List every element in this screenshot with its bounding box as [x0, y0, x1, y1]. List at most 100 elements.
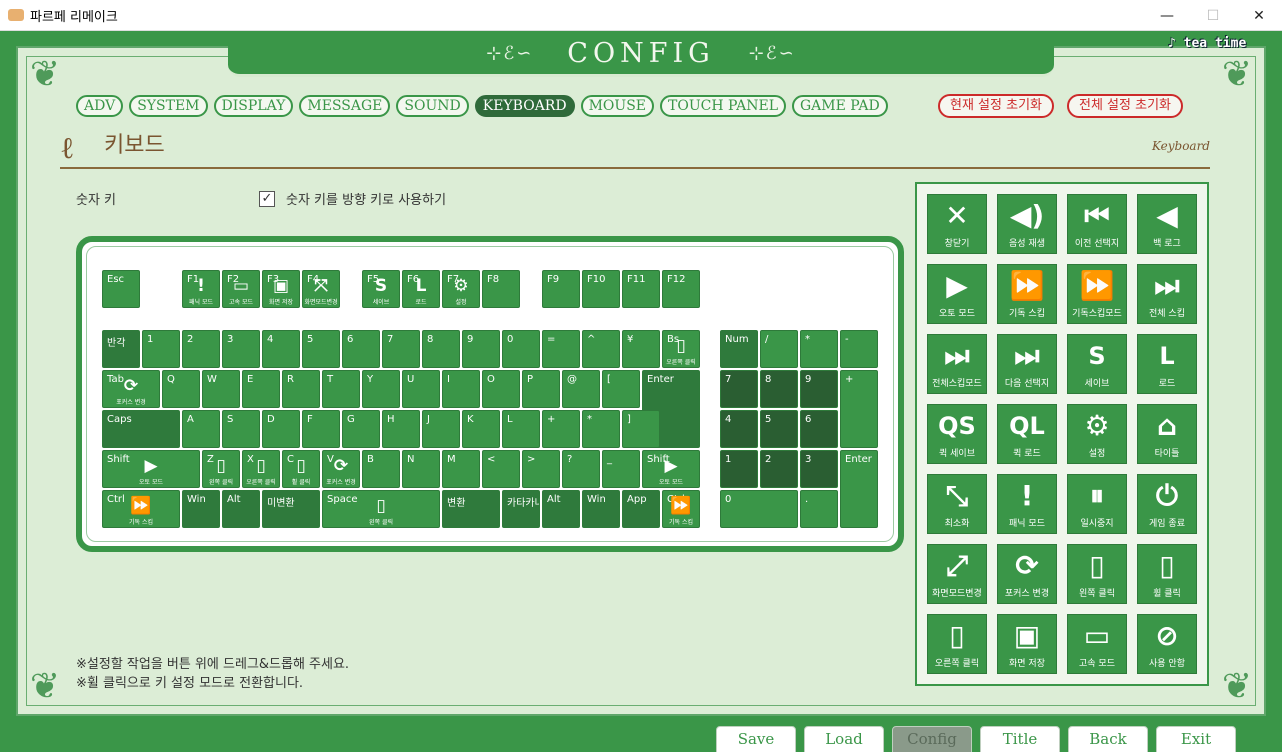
- key-num-6[interactable]: 6: [800, 410, 838, 448]
- key-num-dot[interactable]: .: [800, 490, 838, 528]
- key-plus[interactable]: +: [542, 410, 580, 448]
- action-disabled[interactable]: ⊘ 사용 안함: [1137, 614, 1197, 674]
- action-next-choice[interactable]: ⏭ 다음 선택지: [997, 334, 1057, 394]
- key-q[interactable]: Q: [162, 370, 200, 408]
- key-num-9[interactable]: 9: [800, 370, 838, 408]
- reset-all-button[interactable]: 전체 설정 초기화: [1067, 94, 1183, 118]
- key-f2[interactable]: F2 ▭ 고속 모드: [222, 270, 260, 308]
- key-w[interactable]: W: [202, 370, 240, 408]
- key-6[interactable]: 6: [342, 330, 380, 368]
- key-alt[interactable]: Alt: [222, 490, 260, 528]
- key-num-7[interactable]: 7: [720, 370, 758, 408]
- key-x[interactable]: X ▯ 오른쪽 클릭: [242, 450, 280, 488]
- action-all-skip-mode[interactable]: ⏭ 전체스킵모드: [927, 334, 987, 394]
- action-prev-choice[interactable]: ⏮ 이전 선택지: [1067, 194, 1127, 254]
- action-title[interactable]: ⌂ 타이틀: [1137, 404, 1197, 464]
- action-minimize[interactable]: ⤡ 최소화: [927, 474, 987, 534]
- nav-config-button[interactable]: Config: [892, 726, 972, 752]
- key-o[interactable]: O: [482, 370, 520, 408]
- action-save[interactable]: S 세이브: [1067, 334, 1127, 394]
- key-f4[interactable]: F4 ⤧ 화면모드변경: [302, 270, 340, 308]
- tab-keyboard[interactable]: KEYBOARD: [474, 95, 575, 117]
- key-num[interactable]: Num: [720, 330, 758, 368]
- key-5[interactable]: 5: [302, 330, 340, 368]
- key-right-ctrl[interactable]: Ctrl ⏩ 기독 스킵: [662, 490, 700, 528]
- action-wheel-click[interactable]: ▯ 휠 클릭: [1137, 544, 1197, 604]
- key-a[interactable]: A: [182, 410, 220, 448]
- nav-back-button[interactable]: Back: [1068, 726, 1148, 752]
- key-1[interactable]: 1: [142, 330, 180, 368]
- key-right-alt[interactable]: Alt: [542, 490, 580, 528]
- key-num-8[interactable]: 8: [760, 370, 798, 408]
- tab-system[interactable]: SYSTEM: [129, 95, 208, 117]
- key-ctrl[interactable]: Ctrl ⏩ 기독 스킵: [102, 490, 180, 528]
- tab-display[interactable]: DISPLAY: [213, 95, 294, 117]
- key-f8[interactable]: F8: [482, 270, 520, 308]
- key-f10[interactable]: F10: [582, 270, 620, 308]
- reset-current-button[interactable]: 현재 설정 초기화: [938, 94, 1054, 118]
- key-8[interactable]: 8: [422, 330, 460, 368]
- maximize-button[interactable]: ☐: [1190, 0, 1236, 31]
- action-read-skip[interactable]: ⏩ 기독 스킵: [997, 264, 1057, 324]
- action-backlog[interactable]: ◀ 백 로그: [1137, 194, 1197, 254]
- key-equals[interactable]: =: [542, 330, 580, 368]
- action-load[interactable]: L 로드: [1137, 334, 1197, 394]
- key-y[interactable]: Y: [362, 370, 400, 408]
- tab-sound[interactable]: SOUND: [396, 95, 469, 117]
- minimize-button[interactable]: —: [1144, 0, 1190, 31]
- key-muhenkan[interactable]: 미변환: [262, 490, 320, 528]
- tab-game-pad[interactable]: GAME PAD: [792, 95, 888, 117]
- tab-message[interactable]: MESSAGE: [299, 95, 391, 117]
- tab-adv[interactable]: ADV: [76, 95, 124, 117]
- key-u[interactable]: U: [402, 370, 440, 408]
- key-r[interactable]: R: [282, 370, 320, 408]
- action-quick-save[interactable]: QS 퀵 세이브: [927, 404, 987, 464]
- nav-exit-button[interactable]: Exit: [1156, 726, 1236, 752]
- key-num-slash[interactable]: /: [760, 330, 798, 368]
- key-c[interactable]: C ▯ 휠 클릭: [282, 450, 320, 488]
- nav-save-button[interactable]: Save: [716, 726, 796, 752]
- action-screen-mode[interactable]: ⤢ 화면모드변경: [927, 544, 987, 604]
- nav-load-button[interactable]: Load: [804, 726, 884, 752]
- key-e[interactable]: E: [242, 370, 280, 408]
- tab-touch-panel[interactable]: TOUCH PANEL: [660, 95, 786, 117]
- key-2[interactable]: 2: [182, 330, 220, 368]
- key-f3[interactable]: F3 ▣ 화면 저장: [262, 270, 300, 308]
- action-auto-mode[interactable]: ▶ 오토 모드: [927, 264, 987, 324]
- key-right-shift[interactable]: Shift ▶ 오토 모드: [642, 450, 700, 488]
- action-left-click[interactable]: ▯ 왼쪽 클릭: [1067, 544, 1127, 604]
- key-star[interactable]: *: [582, 410, 620, 448]
- key-3[interactable]: 3: [222, 330, 260, 368]
- key-num-plus[interactable]: +: [840, 370, 878, 448]
- action-voice-play[interactable]: ◀) 음성 재생: [997, 194, 1057, 254]
- key-caret[interactable]: ^: [582, 330, 620, 368]
- key-num-enter[interactable]: Enter: [840, 450, 878, 528]
- key-yen[interactable]: ¥: [622, 330, 660, 368]
- key-f7[interactable]: F7 ⚙ 설정: [442, 270, 480, 308]
- key-n[interactable]: N: [402, 450, 440, 488]
- action-panic-mode[interactable]: ! 패닉 모드: [997, 474, 1057, 534]
- key-f1[interactable]: F1! 패닉 모드: [182, 270, 220, 308]
- key-9[interactable]: 9: [462, 330, 500, 368]
- action-right-click[interactable]: ▯ 오른쪽 클릭: [927, 614, 987, 674]
- key-win[interactable]: Win: [182, 490, 220, 528]
- key-f6[interactable]: F6 L 로드: [402, 270, 440, 308]
- key-m[interactable]: M: [442, 450, 480, 488]
- action-focus-change[interactable]: ⟳ 포커스 변경: [997, 544, 1057, 604]
- key-h[interactable]: H: [382, 410, 420, 448]
- key-f11[interactable]: F11: [622, 270, 660, 308]
- key-j[interactable]: J: [422, 410, 460, 448]
- action-screenshot[interactable]: ▣ 화면 저장: [997, 614, 1057, 674]
- key-l[interactable]: L: [502, 410, 540, 448]
- key-num-minus[interactable]: -: [840, 330, 878, 368]
- key-num-3[interactable]: 3: [800, 450, 838, 488]
- action-quit-game[interactable]: ⏻ 게임 종료: [1137, 474, 1197, 534]
- key-v[interactable]: V ⟳ 포커스 변경: [322, 450, 360, 488]
- key-backspace[interactable]: Bs ▯ 오른쪽 클릭: [662, 330, 700, 368]
- key-f12[interactable]: F12: [662, 270, 700, 308]
- key-shift[interactable]: Shift ▶ 오토 모드: [102, 450, 200, 488]
- tab-mouse[interactable]: MOUSE: [580, 95, 654, 117]
- key-katakana[interactable]: 카타카나: [502, 490, 540, 528]
- key-4[interactable]: 4: [262, 330, 300, 368]
- key-esc[interactable]: Esc: [102, 270, 140, 308]
